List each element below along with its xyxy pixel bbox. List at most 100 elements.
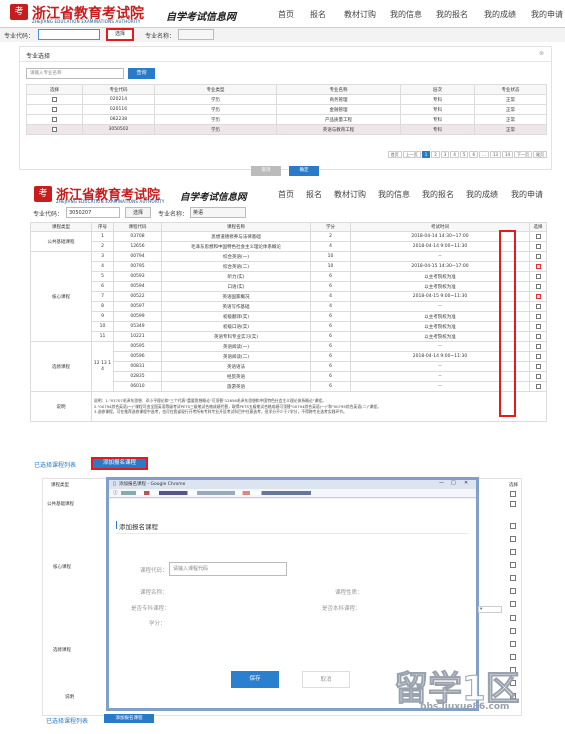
- course-checkbox[interactable]: [535, 303, 541, 309]
- nav-my-registration-2[interactable]: 我的报名: [422, 189, 454, 200]
- bg-checkbox[interactable]: [510, 588, 516, 594]
- bg-checkbox[interactable]: [510, 501, 516, 507]
- course-checkbox[interactable]: [535, 353, 541, 359]
- cancel-button-2[interactable]: 取消: [302, 671, 350, 688]
- chrome-minimize-icon[interactable]: —: [439, 480, 444, 486]
- table-row[interactable]: 11 10221 英语专科专业实习(实) 6 以主考院校为准: [31, 331, 547, 342]
- row-checkbox[interactable]: [52, 126, 57, 132]
- table-row[interactable]: 020214 学历 商务管理 专科 正常: [26, 94, 547, 105]
- cell: 00794: [113, 251, 162, 262]
- bg-checkbox[interactable]: [510, 562, 516, 568]
- table-row[interactable]: 8 00597 英语写作基础 4 --: [31, 301, 547, 312]
- nav-my-registration[interactable]: 我的报名: [436, 9, 468, 20]
- major-code-input-2[interactable]: 3050207: [66, 207, 120, 218]
- bg-checkbox[interactable]: [510, 549, 516, 555]
- nav-my-scores-2[interactable]: 我的成绩: [466, 189, 498, 200]
- nav-textbook[interactable]: 教材订购: [344, 9, 376, 20]
- row-checkbox[interactable]: [52, 116, 57, 122]
- major-code-input[interactable]: [38, 29, 100, 40]
- table-row[interactable]: 4 00795 综合英语(二) 10 2018-04-15 14:30~17:00: [31, 261, 547, 272]
- table-row[interactable]: 3050502 学历 英语与教育工程 专科 正常: [26, 124, 547, 135]
- course-checkbox[interactable]: [535, 273, 541, 279]
- bg-checkbox[interactable]: [510, 491, 516, 497]
- add-course-button-3[interactable]: 添加报名课程: [104, 714, 154, 723]
- bg-checkbox[interactable]: [510, 575, 516, 581]
- chrome-close-icon[interactable]: ✕: [464, 480, 468, 486]
- cancel-button[interactable]: 取消: [251, 166, 281, 176]
- table-row[interactable]: 7 00522 英语国家概况 4 2018-04-15 9:00~11:30: [31, 291, 547, 302]
- bg-dropdown-peek[interactable]: ▾: [478, 606, 502, 613]
- nav-my-scores[interactable]: 我的成绩: [484, 9, 516, 20]
- chrome-maximize-icon[interactable]: □: [451, 480, 456, 486]
- bg-checkbox[interactable]: [510, 628, 516, 634]
- confirm-button[interactable]: 确定: [289, 166, 319, 176]
- page-next[interactable]: 下一页: [514, 151, 532, 158]
- page-first[interactable]: 首页: [387, 151, 402, 158]
- table-row[interactable]: 082238 学历 产品质量工程 专科 正常: [26, 114, 547, 125]
- bg-checkbox[interactable]: [510, 641, 516, 647]
- selected-courses-link-3[interactable]: 已选择课程列表: [46, 716, 88, 725]
- cell: 英语国家概况: [161, 291, 311, 302]
- page-5[interactable]: 5: [459, 151, 469, 158]
- page-3[interactable]: 3: [440, 151, 450, 158]
- nav-my-application[interactable]: 我的申请: [531, 9, 563, 20]
- row-checkbox[interactable]: [52, 106, 57, 112]
- table-row[interactable]: 10 05349 初级口语(实) 6 以主考院校为准: [31, 321, 547, 332]
- bg-checkbox[interactable]: [510, 654, 516, 660]
- nav-textbook-2[interactable]: 教材订购: [334, 189, 366, 200]
- bg-checkbox[interactable]: [510, 601, 516, 607]
- course-checkbox[interactable]: [535, 283, 541, 289]
- table-row[interactable]: 公共基础课程 1 03708 思想道德修养与法律基础 2 2018-04-14 14:30…: [30, 231, 547, 252]
- course-checkbox[interactable]: [535, 343, 541, 349]
- nav-register[interactable]: 报名: [310, 9, 326, 20]
- course-checkbox[interactable]: [535, 233, 541, 239]
- nav-my-info-2[interactable]: 我的信息: [378, 189, 410, 200]
- select-major-button-2[interactable]: 选择: [125, 207, 151, 218]
- course-checkbox[interactable]: [535, 313, 541, 319]
- course-checkbox[interactable]: [535, 263, 541, 269]
- table-row[interactable]: 选修课程 12 13 14 00595 英语阅读(一) 6 --: [30, 341, 547, 392]
- bg-checkbox[interactable]: [510, 523, 516, 529]
- row-checkbox[interactable]: [52, 96, 57, 102]
- course-checkbox[interactable]: [535, 253, 541, 259]
- bg-checkbox[interactable]: [510, 615, 516, 621]
- nav-register-2[interactable]: 报名: [306, 189, 322, 200]
- page-last[interactable]: 尾页: [533, 151, 547, 158]
- course-checkbox[interactable]: [535, 293, 541, 299]
- course-checkbox[interactable]: [535, 243, 541, 249]
- course-checkbox[interactable]: [535, 333, 541, 339]
- major-name-input-2[interactable]: 英语: [190, 207, 246, 218]
- course-checkbox[interactable]: [535, 323, 541, 329]
- course-checkbox[interactable]: [535, 373, 541, 379]
- nav-my-application-2[interactable]: 我的申请: [511, 189, 543, 200]
- page-prev[interactable]: 上一页: [402, 151, 421, 158]
- course-code-input[interactable]: 请输入课程代码: [169, 562, 287, 576]
- major-name-search-input[interactable]: 请输入专业名称: [26, 68, 124, 79]
- course-checkbox[interactable]: [535, 363, 541, 369]
- add-course-button[interactable]: 添加报名课程: [91, 457, 148, 470]
- course-checkbox[interactable]: [535, 383, 541, 389]
- major-search-button[interactable]: 查询: [128, 68, 155, 79]
- page-1[interactable]: 1: [421, 151, 431, 158]
- nav-home-2[interactable]: 首页: [278, 189, 294, 200]
- table-row[interactable]: 核心课程 3 00794 综合英语(一) 10 --: [30, 251, 547, 342]
- page-14[interactable]: 14: [501, 151, 513, 158]
- nav-my-info[interactable]: 我的信息: [390, 9, 422, 20]
- page-4[interactable]: 4: [450, 151, 459, 158]
- table-row[interactable]: 9 00599 初级翻译(实) 6 以主考院校为准: [31, 311, 547, 322]
- page-2[interactable]: 2: [431, 151, 440, 158]
- bg-checkbox[interactable]: [510, 536, 516, 542]
- table-row[interactable]: 2 12656 毛泽东思想和中国特色社会主义理论体系概论 4 2018-04-14 9:…: [31, 241, 547, 252]
- watermark-url: bbs.liuxue86.com: [420, 702, 510, 712]
- page-6[interactable]: 6: [469, 151, 478, 158]
- selected-courses-link[interactable]: 已选择课程列表: [34, 460, 76, 469]
- nav-home[interactable]: 首页: [278, 9, 294, 20]
- save-button[interactable]: 保存: [231, 671, 279, 688]
- table-row[interactable]: 020116 学历 金融管理 专科 正常: [26, 104, 547, 115]
- table-row[interactable]: 5 00593 听力(实) 6 以主考院校为准: [31, 271, 547, 282]
- dialog-close-icon[interactable]: ⊗: [539, 50, 544, 57]
- major-name-input[interactable]: [178, 29, 214, 40]
- select-major-button[interactable]: 选择: [106, 28, 134, 41]
- table-row[interactable]: 6 00594 口语(实) 6 以主考院校为准: [31, 281, 547, 292]
- page-13[interactable]: 13: [489, 151, 501, 158]
